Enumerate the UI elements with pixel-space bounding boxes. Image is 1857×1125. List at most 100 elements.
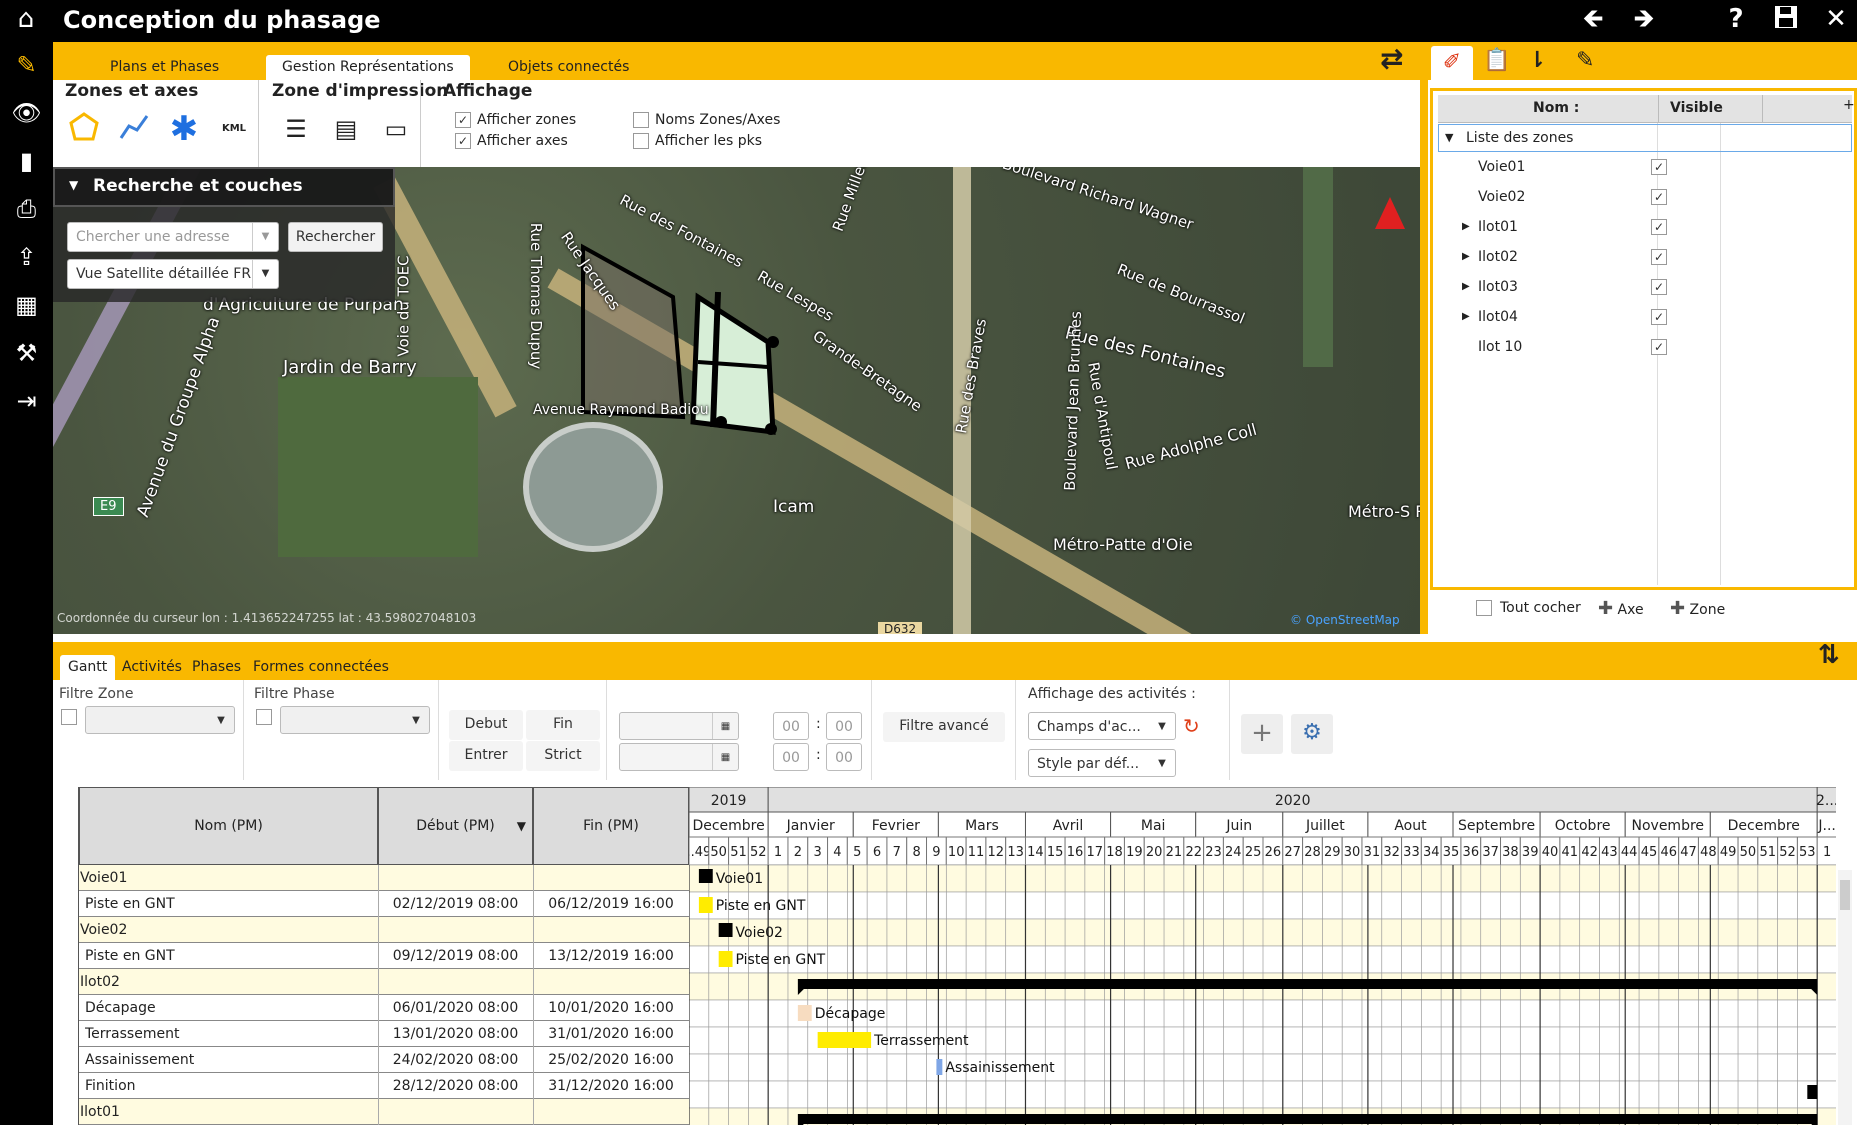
table-row[interactable]: Finition 28/12/2020 08:00 31/12/2020 16:00 <box>79 1073 689 1099</box>
end-minute-input[interactable]: 00 <box>826 743 862 771</box>
activity-fields-select[interactable]: Champs d'ac... ▼ <box>1028 712 1176 740</box>
expand-collapse-icon[interactable]: ⇅ <box>1818 640 1840 670</box>
tab-plans-et-phases[interactable]: Plans et Phases <box>94 55 235 80</box>
swap-arrows-icon[interactable]: ⇄ <box>1380 42 1403 75</box>
chevron-down-icon[interactable]: ▼ <box>252 260 278 288</box>
tree-item[interactable]: ▶ Ilot02 ✓ <box>1438 242 1852 272</box>
tab-phases[interactable]: Phases <box>184 655 249 680</box>
add-zone-button[interactable]: ✚ Zone <box>1670 598 1725 619</box>
gantt-scrollbar[interactable] <box>1838 870 1852 1125</box>
chevron-down-icon[interactable]: ▼ <box>252 223 278 251</box>
chevron-down-icon[interactable]: ▼ <box>1149 713 1175 739</box>
visible-checkbox[interactable]: ✓ <box>1651 219 1667 235</box>
start-minute-input[interactable]: 00 <box>826 712 862 740</box>
layer-select[interactable]: Vue Satellite détaillée FR ▼ <box>67 259 279 289</box>
chevron-down-icon[interactable]: ▼ <box>403 707 429 733</box>
tab-gantt[interactable]: Gantt <box>60 655 116 680</box>
header-fin[interactable]: Fin (PM) <box>533 787 689 865</box>
eye-icon[interactable]: 👁 <box>0 90 53 136</box>
start-date-input[interactable]: ▦ <box>619 712 739 740</box>
debut-button[interactable]: Debut <box>449 710 523 740</box>
sort-desc-icon[interactable]: ▼ <box>517 788 526 864</box>
tools-icon[interactable]: ⚒ <box>0 330 53 376</box>
visible-checkbox[interactable]: ✓ <box>1651 189 1667 205</box>
visible-checkbox[interactable]: ✓ <box>1651 159 1667 175</box>
entrer-button[interactable]: Entrer <box>449 741 523 771</box>
phase-filter-checkbox[interactable] <box>256 709 272 725</box>
tree-item[interactable]: Voie02 ✓ <box>1438 182 1852 212</box>
show-zones-checkbox[interactable]: ✓ Afficher zones <box>455 110 576 130</box>
table-row[interactable]: Voie01 <box>79 865 689 891</box>
tree-root-liste-des-zones[interactable]: ▼ Liste des zones <box>1438 124 1852 152</box>
add-axe-button[interactable]: ✚ Axe <box>1598 598 1644 619</box>
close-icon[interactable]: ✕ <box>1818 4 1854 38</box>
forward-arrow-icon[interactable]: 🡺 <box>1626 4 1662 38</box>
visible-checkbox[interactable]: ✓ <box>1651 339 1667 355</box>
zone-filter-checkbox[interactable] <box>61 709 77 725</box>
table-row[interactable]: Ilot01 <box>79 1099 689 1125</box>
back-arrow-icon[interactable]: 🡸 <box>1575 4 1611 38</box>
book-icon[interactable]: ▮ <box>0 138 53 184</box>
tree-item[interactable]: Voie01 ✓ <box>1438 152 1852 182</box>
end-date-input[interactable]: ▦ <box>619 743 739 771</box>
calendar-icon[interactable]: ▦ <box>712 713 738 739</box>
phase-filter-select[interactable]: ▼ <box>280 706 430 734</box>
header-nom[interactable]: Nom (PM) <box>79 787 378 865</box>
calendar-icon[interactable]: ▦ <box>712 744 738 770</box>
clipboard-icon[interactable]: 📋 <box>1483 48 1510 73</box>
show-pks-checkbox[interactable]: Afficher les pks <box>633 131 762 151</box>
gantt-timeline[interactable]: 2019 2020 2...Decembre Janvier Fevrier Mars Av… <box>689 787 1836 1125</box>
zones-edit-icon[interactable]: ✐ <box>1431 46 1473 80</box>
scrollbar-thumb[interactable] <box>1840 880 1850 910</box>
collapse-icon[interactable]: ▼ <box>1445 125 1453 151</box>
fin-button[interactable]: Fin <box>526 710 600 740</box>
save-icon[interactable] <box>1768 4 1804 38</box>
expand-icon[interactable]: ▶ <box>1462 302 1470 332</box>
kml-import-icon[interactable]: KML <box>215 110 253 148</box>
tree-item[interactable]: Ilot 10 ✓ <box>1438 332 1852 362</box>
printer-icon[interactable]: ⎙ <box>0 186 53 232</box>
add-column-icon[interactable]: + <box>1843 97 1855 113</box>
show-axes-checkbox[interactable]: ✓ Afficher axes <box>455 131 568 151</box>
map-attribution[interactable]: © OpenStreetMap <box>1290 613 1400 627</box>
tab-activites[interactable]: Activités <box>114 655 190 680</box>
logout-icon[interactable]: ⇥ <box>0 378 53 424</box>
visible-checkbox[interactable]: ✓ <box>1651 249 1667 265</box>
expand-icon[interactable]: ▶ <box>1462 212 1470 242</box>
chevron-down-icon[interactable]: ▼ <box>208 707 234 733</box>
table-row[interactable]: Décapage 06/01/2020 08:00 10/01/2020 16:00 <box>79 995 689 1021</box>
sort-icon[interactable]: ⇂ <box>1528 48 1546 73</box>
style-select[interactable]: Style par déf... ▼ <box>1028 749 1176 777</box>
print-page-icon[interactable]: ▤ <box>327 110 365 148</box>
check-all-checkbox[interactable]: Tout cocher <box>1476 600 1581 616</box>
expand-icon[interactable]: ▶ <box>1462 242 1470 272</box>
add-activity-button[interactable]: + <box>1241 714 1283 754</box>
table-row[interactable]: Piste en GNT 02/12/2019 08:00 06/12/2019 1… <box>79 891 689 917</box>
panel-splitter[interactable] <box>1420 42 1428 634</box>
advanced-filter-button[interactable]: Filtre avancé <box>883 712 1005 742</box>
expand-icon[interactable]: ▶ <box>1462 272 1470 302</box>
visible-checkbox[interactable]: ✓ <box>1651 309 1667 325</box>
table-row[interactable]: Piste en GNT 09/12/2019 08:00 13/12/2019 1… <box>79 943 689 969</box>
polygon-zone-icon[interactable] <box>65 110 103 148</box>
table-row[interactable]: Voie02 <box>79 917 689 943</box>
axis-line-icon[interactable] <box>115 110 153 148</box>
print-landscape-icon[interactable]: ▭ <box>377 110 415 148</box>
chevron-down-icon[interactable]: ▼ <box>1149 750 1175 776</box>
pencil-icon[interactable]: ✎ <box>0 42 53 88</box>
start-hour-input[interactable]: 00 <box>773 712 809 740</box>
header-debut[interactable]: Début (PM) ▼ <box>378 787 533 865</box>
table-row[interactable]: Assainissement 24/02/2020 08:00 25/02/2020… <box>79 1047 689 1073</box>
export-screen-icon[interactable]: ⇪ <box>0 234 53 280</box>
tab-gestion-representations[interactable]: Gestion Représentations <box>266 55 470 80</box>
table-row[interactable]: Terrassement 13/01/2020 08:00 31/01/2020 1… <box>79 1021 689 1047</box>
collapse-icon[interactable]: ▼ <box>69 178 78 192</box>
end-hour-input[interactable]: 00 <box>773 743 809 771</box>
address-search-input[interactable]: Chercher une adresse ▼ <box>67 222 279 252</box>
visible-checkbox[interactable]: ✓ <box>1651 279 1667 295</box>
refresh-icon[interactable]: ↻ <box>1183 714 1200 738</box>
home-icon[interactable]: ⌂ <box>8 4 44 38</box>
zone-names-checkbox[interactable]: Noms Zones/Axes <box>633 110 780 130</box>
calendar-icon[interactable]: ▦ <box>0 282 53 328</box>
print-list-icon[interactable]: ☰ <box>277 110 315 148</box>
